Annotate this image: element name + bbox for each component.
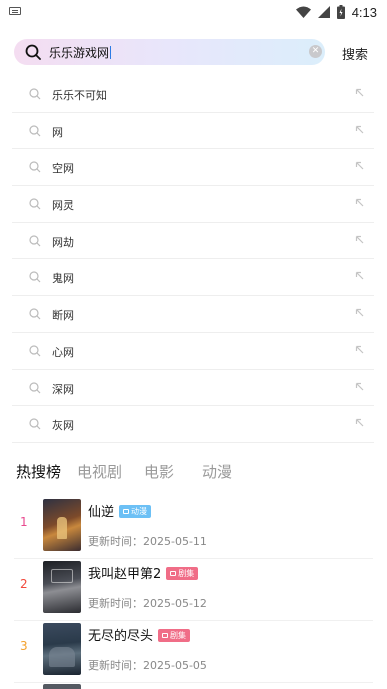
suggestion-label: 网灵 [52, 199, 74, 213]
arrow-up-left-icon[interactable] [355, 125, 364, 134]
suggestion-item[interactable]: 深网 [12, 370, 374, 407]
search-icon [29, 125, 41, 137]
signal-icon [317, 6, 330, 18]
suggestion-label: 心网 [52, 345, 74, 359]
search-icon [29, 345, 41, 357]
search-icon [29, 235, 41, 247]
suggestion-label: 空网 [52, 162, 74, 176]
arrow-up-left-icon[interactable] [355, 345, 364, 354]
suggestion-item[interactable]: 心网 [12, 333, 374, 370]
suggestion-label: 断网 [52, 309, 74, 323]
suggestion-item[interactable]: 空网 [12, 149, 374, 187]
search-query: 乐乐游戏网 [49, 46, 112, 60]
suggestion-label: 鬼网 [52, 272, 74, 286]
tv-icon [162, 633, 169, 638]
update-time: 更新时间：2025-05-11 [88, 535, 207, 548]
search-icon [29, 88, 41, 100]
search-icon [29, 271, 41, 283]
ranking-list: 1 仙逆 动漫 更新时间：2025-05-11 2 我叫赵甲第2 剧集 更新时间：2… [0, 497, 387, 683]
tv-icon [170, 571, 177, 576]
rank-number: 3 [20, 639, 28, 653]
arrow-up-left-icon[interactable] [355, 88, 364, 97]
suggestion-list: 乐乐不可知 网 空网 网灵 网劫 鬼网 断网 心网 深网 灰网 [12, 76, 374, 443]
text-cursor [110, 46, 112, 59]
suggestion-item[interactable]: 网 [12, 113, 374, 150]
arrow-up-left-icon[interactable] [355, 198, 364, 207]
suggestion-item[interactable]: 乐乐不可知 [12, 76, 374, 113]
rank-number: 2 [20, 577, 28, 591]
ranking-title: 无尽的尽头 剧集 [88, 625, 191, 644]
suggestion-item[interactable]: 网灵 [12, 186, 374, 223]
suggestion-item[interactable]: 断网 [12, 296, 374, 333]
update-time: 更新时间：2025-05-05 [88, 659, 207, 672]
ranking-title: 我叫赵甲第2 剧集 [88, 563, 199, 582]
suggestion-label: 深网 [52, 382, 74, 396]
rank-number: 1 [20, 515, 28, 529]
tv-icon [123, 509, 130, 514]
poster-image [43, 623, 81, 675]
arrow-up-left-icon[interactable] [355, 235, 364, 244]
category-badge: 剧集 [158, 629, 191, 642]
suggestion-label: 网 [52, 125, 63, 139]
suggestion-label: 灰网 [52, 419, 74, 433]
search-button[interactable]: 搜索 [342, 44, 368, 63]
suggestion-item[interactable]: 网劫 [12, 223, 374, 260]
arrow-up-left-icon[interactable] [355, 418, 364, 427]
poster-image [43, 684, 81, 689]
suggestion-label: 乐乐不可知 [52, 89, 107, 102]
suggestion-item[interactable]: 鬼网 [12, 259, 374, 297]
poster-image [43, 561, 81, 613]
search-icon [29, 308, 41, 320]
poster-image [43, 499, 81, 551]
wifi-icon [295, 6, 311, 18]
tab-tv-series[interactable]: 电视剧 [77, 461, 122, 482]
clear-icon[interactable]: ✕ [309, 45, 322, 58]
status-time: 4:13 [351, 4, 377, 20]
tab-hot-search[interactable]: 热搜榜 [16, 461, 61, 482]
search-icon [29, 418, 41, 430]
arrow-up-left-icon[interactable] [355, 382, 364, 391]
tab-movies[interactable]: 电影 [144, 461, 174, 482]
arrow-up-left-icon[interactable] [355, 308, 364, 317]
search-icon [25, 44, 41, 60]
ranking-item[interactable]: 3 无尽的尽头 剧集 更新时间：2025-05-05 [14, 621, 373, 683]
tab-anime[interactable]: 动漫 [202, 461, 232, 482]
status-bar: 4:13 [0, 0, 387, 24]
search-bar: 乐乐游戏网 ✕ 搜索 [14, 39, 374, 65]
suggestion-item[interactable]: 灰网 [12, 406, 374, 443]
keyboard-icon [9, 7, 21, 15]
search-icon [29, 198, 41, 210]
ranking-title: 仙逆 动漫 [88, 501, 152, 520]
search-icon [29, 161, 41, 173]
suggestion-label: 网劫 [52, 235, 74, 249]
status-icons: 4:13 [295, 3, 377, 21]
battery-icon [336, 5, 345, 19]
ranking-item[interactable]: 1 仙逆 动漫 更新时间：2025-05-11 [14, 497, 373, 559]
ranking-item[interactable]: 2 我叫赵甲第2 剧集 更新时间：2025-05-12 [14, 559, 373, 621]
category-badge: 动漫 [119, 505, 152, 518]
arrow-up-left-icon[interactable] [355, 271, 364, 280]
search-input[interactable]: 乐乐游戏网 ✕ [14, 39, 325, 65]
arrow-up-left-icon[interactable] [355, 161, 364, 170]
search-icon [29, 381, 41, 393]
update-time: 更新时间：2025-05-12 [88, 597, 207, 610]
category-badge: 剧集 [166, 567, 199, 580]
